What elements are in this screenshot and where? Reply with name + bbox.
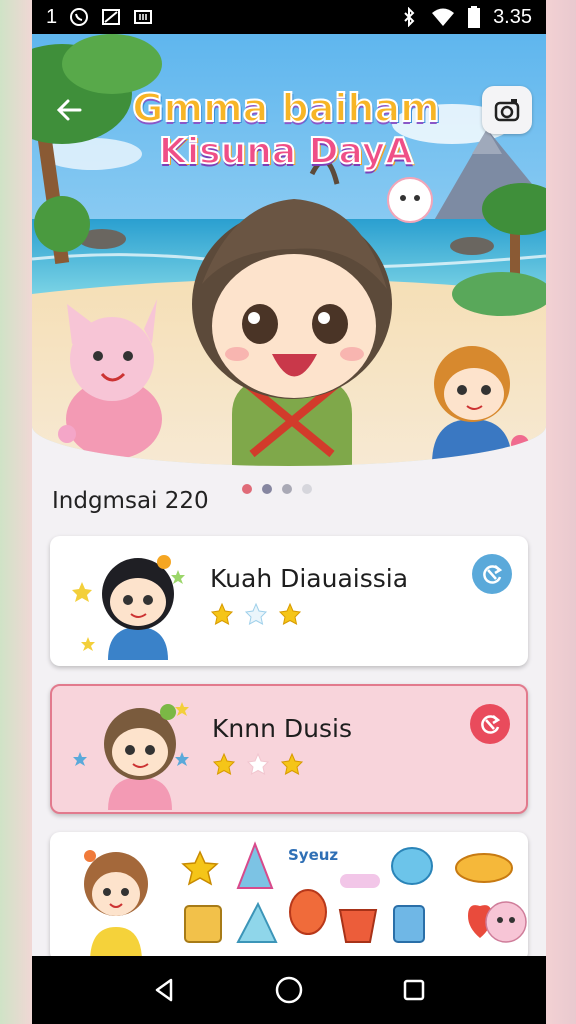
phone-screen: 1 3.35 Gmma baiham Kisuna DayA Indgmsai … — [32, 0, 546, 1024]
nav-home-button[interactable] — [269, 970, 309, 1010]
character-avatar — [72, 555, 185, 660]
cone-sticker — [236, 901, 278, 943]
sticker-card[interactable]: Syeuz — [50, 832, 528, 962]
speech-bubble-sticker — [391, 847, 433, 885]
image-icon — [102, 9, 121, 25]
notepad-sticker — [393, 905, 425, 943]
girl-sticker — [84, 850, 148, 962]
rating-stars — [212, 752, 304, 776]
star-filled-icon — [210, 602, 234, 625]
battery-icon — [468, 6, 481, 28]
camera-button[interactable] — [482, 86, 532, 134]
fruit-sticker — [289, 889, 327, 935]
circle-home-icon — [275, 976, 303, 1004]
star-filled-icon — [278, 602, 302, 625]
hero-title: Gmma baiham Kisuna DayA — [116, 85, 456, 174]
character-avatar — [73, 702, 189, 810]
carousel-dot-3[interactable] — [282, 484, 292, 494]
wifi-icon — [432, 8, 455, 26]
sticker-label: Syeuz — [288, 846, 339, 864]
square-recents-icon — [403, 979, 424, 1001]
back-button[interactable] — [48, 88, 92, 132]
label-sticker — [340, 874, 380, 888]
clock: 3.35 — [493, 5, 532, 28]
camera-icon — [494, 99, 520, 122]
character-name: Knnn Dusis — [212, 714, 352, 743]
notification-count: 1 — [46, 5, 58, 28]
refresh-button[interactable] — [472, 554, 512, 594]
grid-icon — [134, 10, 153, 24]
star-filled-icon — [280, 752, 304, 775]
bag-sticker — [184, 905, 222, 943]
character-card[interactable]: Kuah Diauaissia — [50, 536, 528, 666]
rating-stars — [210, 602, 302, 626]
triangle-back-icon — [156, 978, 173, 1002]
star-empty-icon — [246, 752, 270, 775]
star-empty-icon — [244, 602, 268, 625]
carousel-dot-2[interactable] — [262, 484, 272, 494]
status-bar: 1 3.35 — [32, 0, 546, 34]
pot-sticker — [338, 909, 378, 943]
small-girl-character — [432, 346, 512, 464]
refresh-icon — [481, 715, 501, 734]
carousel-dot-4[interactable] — [302, 484, 312, 494]
taco-sticker — [455, 853, 513, 883]
carousel-indicator[interactable] — [242, 484, 312, 494]
bluetooth-icon — [404, 7, 415, 27]
pink-cat-character — [66, 299, 162, 459]
character-name: Kuah Diauaissia — [210, 564, 409, 593]
character-card-selected[interactable]: Knnn Dusis — [50, 684, 528, 814]
navigation-bar — [32, 956, 546, 1024]
hero-banner[interactable]: Gmma baiham Kisuna DayA — [32, 34, 546, 466]
refresh-button[interactable] — [470, 704, 510, 744]
nav-recents-button[interactable] — [394, 970, 434, 1010]
hero-title-line1: Gmma baiham — [131, 85, 440, 131]
party-hat-sticker — [236, 841, 274, 889]
section-title: Indgmsai 220 — [52, 488, 209, 514]
star-filled-icon — [212, 752, 236, 775]
nav-back-button[interactable] — [144, 970, 184, 1010]
refresh-icon — [483, 565, 503, 584]
carousel-dot-1[interactable] — [242, 484, 252, 494]
back-arrow-icon — [56, 99, 82, 121]
whatsapp-icon — [70, 8, 89, 26]
star-sticker — [181, 850, 219, 886]
hero-title-line2: Kisuna DayA — [158, 130, 414, 173]
cat-sticker — [485, 901, 527, 943]
